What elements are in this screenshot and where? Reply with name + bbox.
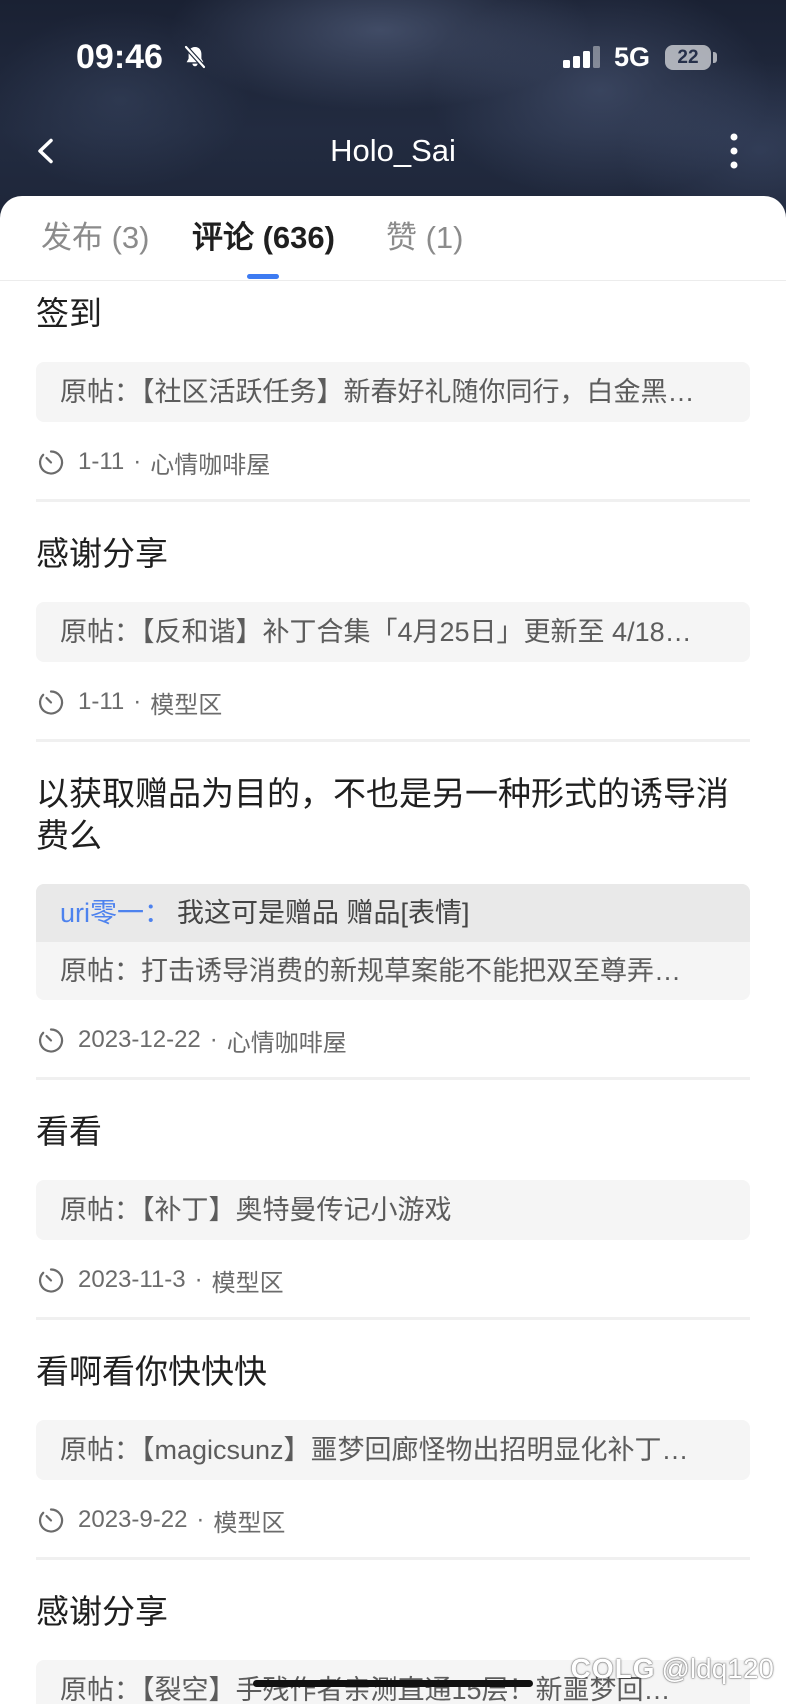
watermark: COLG @ldq120 <box>571 1651 774 1687</box>
tab-label: 评论 (636) <box>192 220 335 255</box>
comment-meta: 1-11 · 模型区 <box>36 684 750 720</box>
comment-date: 2023-12-22 <box>78 1026 201 1053</box>
original-post-quote[interactable]: 原帖：【magicsunz】噩梦回廊怪物出招明显化补丁… <box>36 1420 750 1480</box>
reply-preview[interactable]: uri零一： 我这可是赠品 赠品[表情] <box>36 884 750 942</box>
board-name: 心情咖啡屋 <box>226 1029 347 1057</box>
meta-separator: · <box>194 1266 203 1293</box>
status-time: 09:46 <box>76 38 163 76</box>
comment-meta: 1-11 · 心情咖啡屋 <box>36 444 750 480</box>
tab-bar: 发布 (3) 评论 (636) 赞 (1) <box>0 196 786 281</box>
page-title: Holo_Sai <box>330 133 456 168</box>
tab-active-indicator <box>247 274 280 279</box>
comment-text: 感谢分享 <box>36 1593 168 1630</box>
original-post-quote[interactable]: 原帖：【反和谐】补丁合集「4月25日」更新至 4/18… <box>36 602 750 662</box>
original-post-quote[interactable]: 原帖：【社区活跃任务】新春好礼随你同行，白金黑… <box>36 362 750 422</box>
comment-date: 2023-11-3 <box>78 1266 186 1293</box>
original-post-quote[interactable]: 原帖：【补丁】奥特曼传记小游戏 <box>36 1180 750 1240</box>
tab-label: 赞 (1) <box>386 220 464 255</box>
comment-item[interactable]: 看啊看你快快快 原帖：【magicsunz】噩梦回廊怪物出招明显化补丁… 202… <box>36 1320 750 1560</box>
bell-slash-icon <box>183 44 207 70</box>
clock-icon <box>38 690 64 715</box>
board-name: 心情咖啡屋 <box>150 451 271 479</box>
clock-icon <box>38 450 64 475</box>
comment-text: 看看 <box>36 1113 102 1150</box>
reply-text: 我这可是赠品 赠品[表情] <box>177 898 470 928</box>
original-post-title: 原帖：打击诱导消费的新规草案能不能把双至尊弄… <box>60 956 681 986</box>
comment-meta: 2023-11-3 · 模型区 <box>36 1262 750 1298</box>
tab-comments[interactable]: 评论 (636) <box>192 217 335 279</box>
original-post-title: 原帖：【社区活跃任务】新春好礼随你同行，白金黑… <box>60 377 695 407</box>
board-name: 模型区 <box>150 691 223 719</box>
comment-date: 1-11 <box>78 688 125 715</box>
comment-item[interactable]: 以获取赠品为目的，不也是另一种形式的诱导消费么 uri零一： 我这可是赠品 赠品[… <box>36 742 750 1080</box>
original-post-title: 原帖：【补丁】奥特曼传记小游戏 <box>60 1195 452 1225</box>
clock-icon <box>38 1028 64 1053</box>
comment-date: 1-11 <box>78 448 125 475</box>
home-indicator[interactable] <box>253 1680 533 1687</box>
signal-icon <box>563 46 600 68</box>
meta-separator: · <box>209 1026 218 1053</box>
meta-separator: · <box>133 448 142 475</box>
network-type: 5G <box>614 42 651 72</box>
comment-list: 签到 原帖：【社区活跃任务】新春好礼随你同行，白金黑… 1-11 · 心情咖啡屋… <box>0 281 786 1704</box>
battery-icon: 22 <box>665 45 711 70</box>
board-name: 模型区 <box>213 1509 286 1537</box>
comment-item[interactable]: 签到 原帖：【社区活跃任务】新春好礼随你同行，白金黑… 1-11 · 心情咖啡屋 <box>36 281 750 502</box>
comment-text: 感谢分享 <box>36 535 168 572</box>
reply-author[interactable]: uri零一： <box>60 898 171 928</box>
comment-item[interactable]: 看看 原帖：【补丁】奥特曼传记小游戏 2023-11-3 · 模型区 <box>36 1080 750 1320</box>
meta-separator: · <box>133 688 142 715</box>
comment-text: 以获取赠品为目的，不也是另一种形式的诱导消费么 <box>36 775 729 854</box>
original-post-title: 原帖：【反和谐】补丁合集「4月25日」更新至 4/18… <box>60 617 692 647</box>
comment-date: 2023-9-22 <box>78 1506 188 1533</box>
back-chevron-icon[interactable] <box>36 138 56 164</box>
comment-meta: 2023-12-22 · 心情咖啡屋 <box>36 1022 750 1058</box>
watermark-handle: @ldq120 <box>661 1653 774 1684</box>
clock-icon <box>38 1508 64 1533</box>
comment-meta: 2023-9-22 · 模型区 <box>36 1502 750 1538</box>
original-post-title: 原帖：【magicsunz】噩梦回廊怪物出招明显化补丁… <box>60 1435 689 1465</box>
watermark-logo: COLG <box>570 1653 656 1684</box>
meta-separator: · <box>196 1506 205 1533</box>
tab-label: 发布 (3) <box>41 220 150 255</box>
tab-likes[interactable]: 赞 (1) <box>386 217 464 259</box>
comment-item[interactable]: 感谢分享 原帖：【反和谐】补丁合集「4月25日」更新至 4/18… 1-11 ·… <box>36 502 750 742</box>
more-vertical-icon[interactable] <box>727 132 741 170</box>
content-card: 发布 (3) 评论 (636) 赞 (1) 签到 原帖：【社区活跃任务】新春好礼… <box>0 196 786 1704</box>
comment-text: 看啊看你快快快 <box>36 1353 267 1390</box>
tab-posts[interactable]: 发布 (3) <box>41 217 150 259</box>
comment-text: 签到 <box>36 295 102 332</box>
battery-terminal <box>713 52 717 63</box>
original-post-quote[interactable]: uri零一： 我这可是赠品 赠品[表情] 原帖：打击诱导消费的新规草案能不能把双至… <box>36 884 750 1000</box>
clock-icon <box>38 1268 64 1293</box>
board-name: 模型区 <box>211 1269 284 1297</box>
